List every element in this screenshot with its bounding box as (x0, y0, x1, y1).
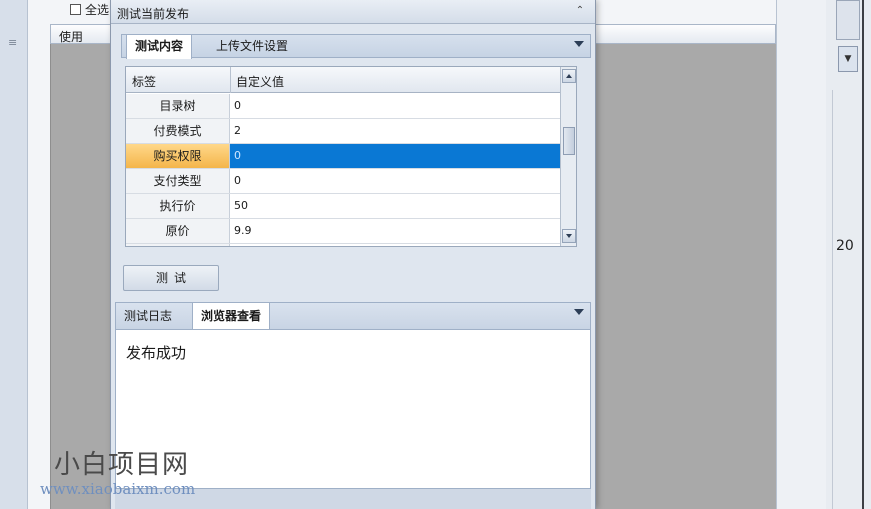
test-button[interactable]: 测试 (123, 265, 219, 291)
row-label: 目录树 (126, 94, 230, 118)
tabs-dropdown-icon[interactable] (574, 41, 584, 47)
row-label: 购买权限 (126, 144, 230, 168)
far-right-toolbar (836, 0, 860, 40)
divider (832, 90, 833, 509)
row-label (126, 244, 230, 246)
grid-row-selected[interactable]: 购买权限 0 (126, 144, 560, 169)
dialog-title: 测试当前发布 (117, 7, 190, 21)
row-value[interactable]: 2 (234, 119, 241, 143)
test-publish-dialog: 测试当前发布 ⌃ 测试内容 上传文件设置 标签 自定义值 目录树 0 付费模式 … (110, 0, 596, 509)
select-all-label: 全选 (85, 2, 110, 17)
header-divider (230, 67, 231, 93)
side-marker-icon: ≡ (8, 36, 18, 49)
watermark-logo-text: 小白项目网 (54, 450, 190, 480)
grid-row-partial[interactable] (126, 244, 560, 246)
row-label: 付费模式 (126, 119, 230, 143)
log-message: 发布成功 (126, 344, 187, 362)
tab-upload-settings[interactable]: 上传文件设置 (208, 35, 296, 58)
dialog-title-bar[interactable]: 测试当前发布 ⌃ (111, 0, 595, 24)
row-value[interactable]: 9.9 (234, 219, 252, 243)
far-right-dropdown-icon[interactable]: ▼ (838, 46, 858, 72)
tab-test-content[interactable]: 测试内容 (126, 34, 193, 59)
property-grid: 标签 自定义值 目录树 0 付费模式 2 购买权限 0 支付类型 0 执行价 5… (125, 66, 577, 247)
collapse-icon[interactable]: ⌃ (573, 4, 587, 18)
row-label: 支付类型 (126, 169, 230, 193)
grid-scrollbar[interactable] (560, 67, 576, 246)
left-panel-strip: ≡ (0, 0, 28, 509)
scroll-thumb[interactable] (563, 127, 575, 155)
select-all-checkbox[interactable] (70, 3, 81, 15)
grid-header: 标签 自定义值 (126, 67, 560, 93)
header-value: 自定义值 (236, 75, 285, 89)
right-panel-strip (776, 0, 826, 509)
watermark-url: www.xiaobaixm.com (40, 480, 196, 498)
row-value[interactable]: 0 (234, 169, 241, 193)
scroll-up-icon[interactable] (562, 69, 576, 83)
grid-row[interactable]: 原价 9.9 (126, 219, 560, 244)
log-tabs: 测试日志 浏览器查看 (115, 302, 591, 330)
grid-row[interactable]: 目录树 0 (126, 94, 560, 119)
tab-browser-view[interactable]: 浏览器查看 (192, 302, 271, 330)
right-number: 20 (836, 238, 854, 254)
row-value[interactable]: 0 (234, 94, 241, 118)
header-label: 标签 (132, 75, 157, 89)
content-tabs: 测试内容 上传文件设置 (121, 34, 591, 59)
row-label: 原价 (126, 219, 230, 243)
log-tabs-dropdown-icon[interactable] (574, 309, 584, 315)
grid-row[interactable]: 执行价 50 (126, 194, 560, 219)
far-right-panel: ▼ 20 (826, 0, 871, 509)
grid-row[interactable]: 支付类型 0 (126, 169, 560, 194)
scroll-down-icon[interactable] (562, 229, 576, 243)
window-edge (862, 0, 864, 509)
select-all-row[interactable]: 全选 (70, 0, 109, 18)
grid-row[interactable]: 付费模式 2 (126, 119, 560, 144)
tab-test-log[interactable]: 测试日志 (116, 303, 180, 329)
row-value[interactable]: 0 (234, 144, 241, 168)
row-label: 执行价 (126, 194, 230, 218)
row-value[interactable]: 50 (234, 194, 248, 218)
column-header-use: 使用 (59, 30, 84, 44)
